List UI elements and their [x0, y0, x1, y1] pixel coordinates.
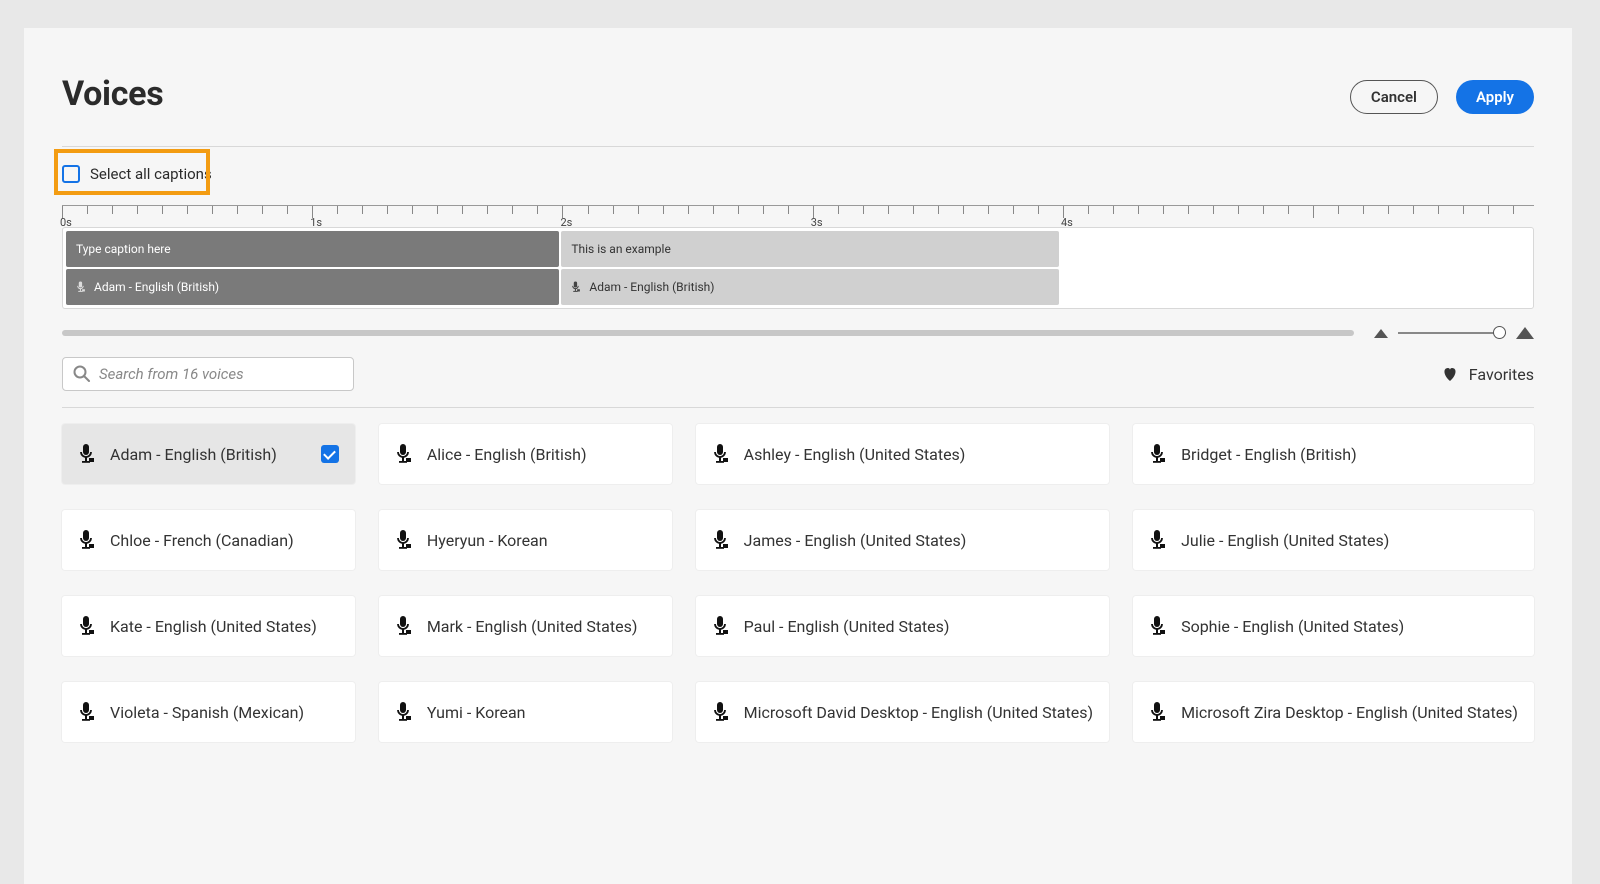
zoom-in-icon[interactable]: [1516, 327, 1534, 339]
voice-card[interactable]: Sophie - English (United States): [1133, 596, 1534, 656]
voice-card[interactable]: Julie - English (United States): [1133, 510, 1534, 570]
mic-icon: [78, 616, 96, 636]
mic-icon: [1149, 616, 1167, 636]
ruler-label: 0s: [60, 216, 72, 229]
mic-icon: [712, 530, 730, 550]
divider: [62, 407, 1534, 408]
voice-name: James - English (United States): [744, 531, 1093, 550]
voice-name: Microsoft David Desktop - English (Unite…: [744, 703, 1093, 722]
voice-name: Julie - English (United States): [1181, 531, 1518, 550]
voice-label: Adam - English (British): [94, 280, 219, 294]
search-icon: [73, 365, 91, 383]
heart-icon: [1441, 365, 1459, 383]
zoom-control[interactable]: [1374, 327, 1534, 339]
mic-icon: [1149, 530, 1167, 550]
mic-icon: [571, 281, 581, 293]
voice-segment-1[interactable]: Adam - English (British): [66, 269, 559, 305]
voice-card[interactable]: Ashley - English (United States): [696, 424, 1109, 484]
voice-segment-2[interactable]: Adam - English (British): [561, 269, 1059, 305]
mic-icon: [395, 530, 413, 550]
voice-card[interactable]: Microsoft David Desktop - English (Unite…: [696, 682, 1109, 742]
voice-name: Paul - English (United States): [744, 617, 1093, 636]
caption-segment-1[interactable]: Type caption here: [66, 231, 559, 267]
voice-card[interactable]: Paul - English (United States): [696, 596, 1109, 656]
voice-card[interactable]: Adam - English (British): [62, 424, 355, 484]
voice-card[interactable]: Kate - English (United States): [62, 596, 355, 656]
ruler-label: 4s: [1061, 216, 1073, 229]
voice-card[interactable]: Chloe - French (Canadian): [62, 510, 355, 570]
select-all-checkbox[interactable]: [62, 165, 80, 183]
voice-name: Violeta - Spanish (Mexican): [110, 703, 339, 722]
mic-icon: [712, 702, 730, 722]
voice-name: Hyeryun - Korean: [427, 531, 656, 550]
voice-card[interactable]: Microsoft Zira Desktop - English (United…: [1133, 682, 1534, 742]
voice-card[interactable]: Bridget - English (British): [1133, 424, 1534, 484]
voice-card-grid: Adam - English (British) Alice - English …: [62, 424, 1534, 742]
voice-name: Chloe - French (Canadian): [110, 531, 339, 550]
voice-label: Adam - English (British): [589, 280, 714, 294]
caption-text: This is an example: [571, 242, 670, 256]
mic-icon: [78, 530, 96, 550]
mic-icon: [395, 444, 413, 464]
voice-name: Adam - English (British): [110, 445, 339, 464]
voice-card[interactable]: James - English (United States): [696, 510, 1109, 570]
zoom-out-icon[interactable]: [1374, 329, 1388, 338]
voice-name: Microsoft Zira Desktop - English (United…: [1181, 703, 1518, 722]
voice-name: Kate - English (United States): [110, 617, 339, 636]
voice-name: Bridget - English (British): [1181, 445, 1518, 464]
ruler-label: 3s: [811, 216, 823, 229]
voice-name: Alice - English (British): [427, 445, 656, 464]
mic-icon: [395, 616, 413, 636]
ruler-label: 1s: [310, 216, 322, 229]
voice-name: Mark - English (United States): [427, 617, 656, 636]
mic-icon: [78, 444, 96, 464]
caption-text: Type caption here: [76, 242, 171, 256]
voice-card[interactable]: Yumi - Korean: [379, 682, 672, 742]
apply-button[interactable]: Apply: [1456, 80, 1534, 114]
voice-card[interactable]: Violeta - Spanish (Mexican): [62, 682, 355, 742]
timeline[interactable]: Type caption here This is an example Ada…: [62, 227, 1534, 309]
mic-icon: [1149, 702, 1167, 722]
ruler-label: 2s: [560, 216, 572, 229]
mic-icon: [712, 616, 730, 636]
mic-icon: [395, 702, 413, 722]
voice-name: Yumi - Korean: [427, 703, 656, 722]
cancel-button[interactable]: Cancel: [1350, 80, 1438, 114]
voices-panel: Voices Cancel Apply Select all captions …: [24, 28, 1572, 884]
search-input[interactable]: Search from 16 voices: [62, 357, 354, 391]
caption-segment-2[interactable]: This is an example: [561, 231, 1059, 267]
select-all-captions[interactable]: Select all captions: [62, 165, 1534, 183]
zoom-slider[interactable]: [1398, 332, 1506, 334]
voice-card[interactable]: Hyeryun - Korean: [379, 510, 672, 570]
page-title: Voices: [62, 74, 163, 114]
voice-card[interactable]: Mark - English (United States): [379, 596, 672, 656]
voice-name: Sophie - English (United States): [1181, 617, 1518, 636]
search-placeholder: Search from 16 voices: [99, 365, 244, 383]
selected-check-icon: [321, 445, 339, 463]
mic-icon: [1149, 444, 1167, 464]
timeline-scrollbar[interactable]: [62, 330, 1354, 336]
timeline-ruler[interactable]: 0s 1s 2s 3s 4s: [62, 205, 1534, 227]
mic-icon: [76, 281, 86, 293]
mic-icon: [712, 444, 730, 464]
select-all-label: Select all captions: [90, 165, 212, 183]
favorites-label: Favorites: [1469, 365, 1534, 384]
favorites-toggle[interactable]: Favorites: [1441, 365, 1534, 384]
mic-icon: [78, 702, 96, 722]
voice-card[interactable]: Alice - English (British): [379, 424, 672, 484]
divider: [62, 146, 1534, 147]
voice-name: Ashley - English (United States): [744, 445, 1093, 464]
